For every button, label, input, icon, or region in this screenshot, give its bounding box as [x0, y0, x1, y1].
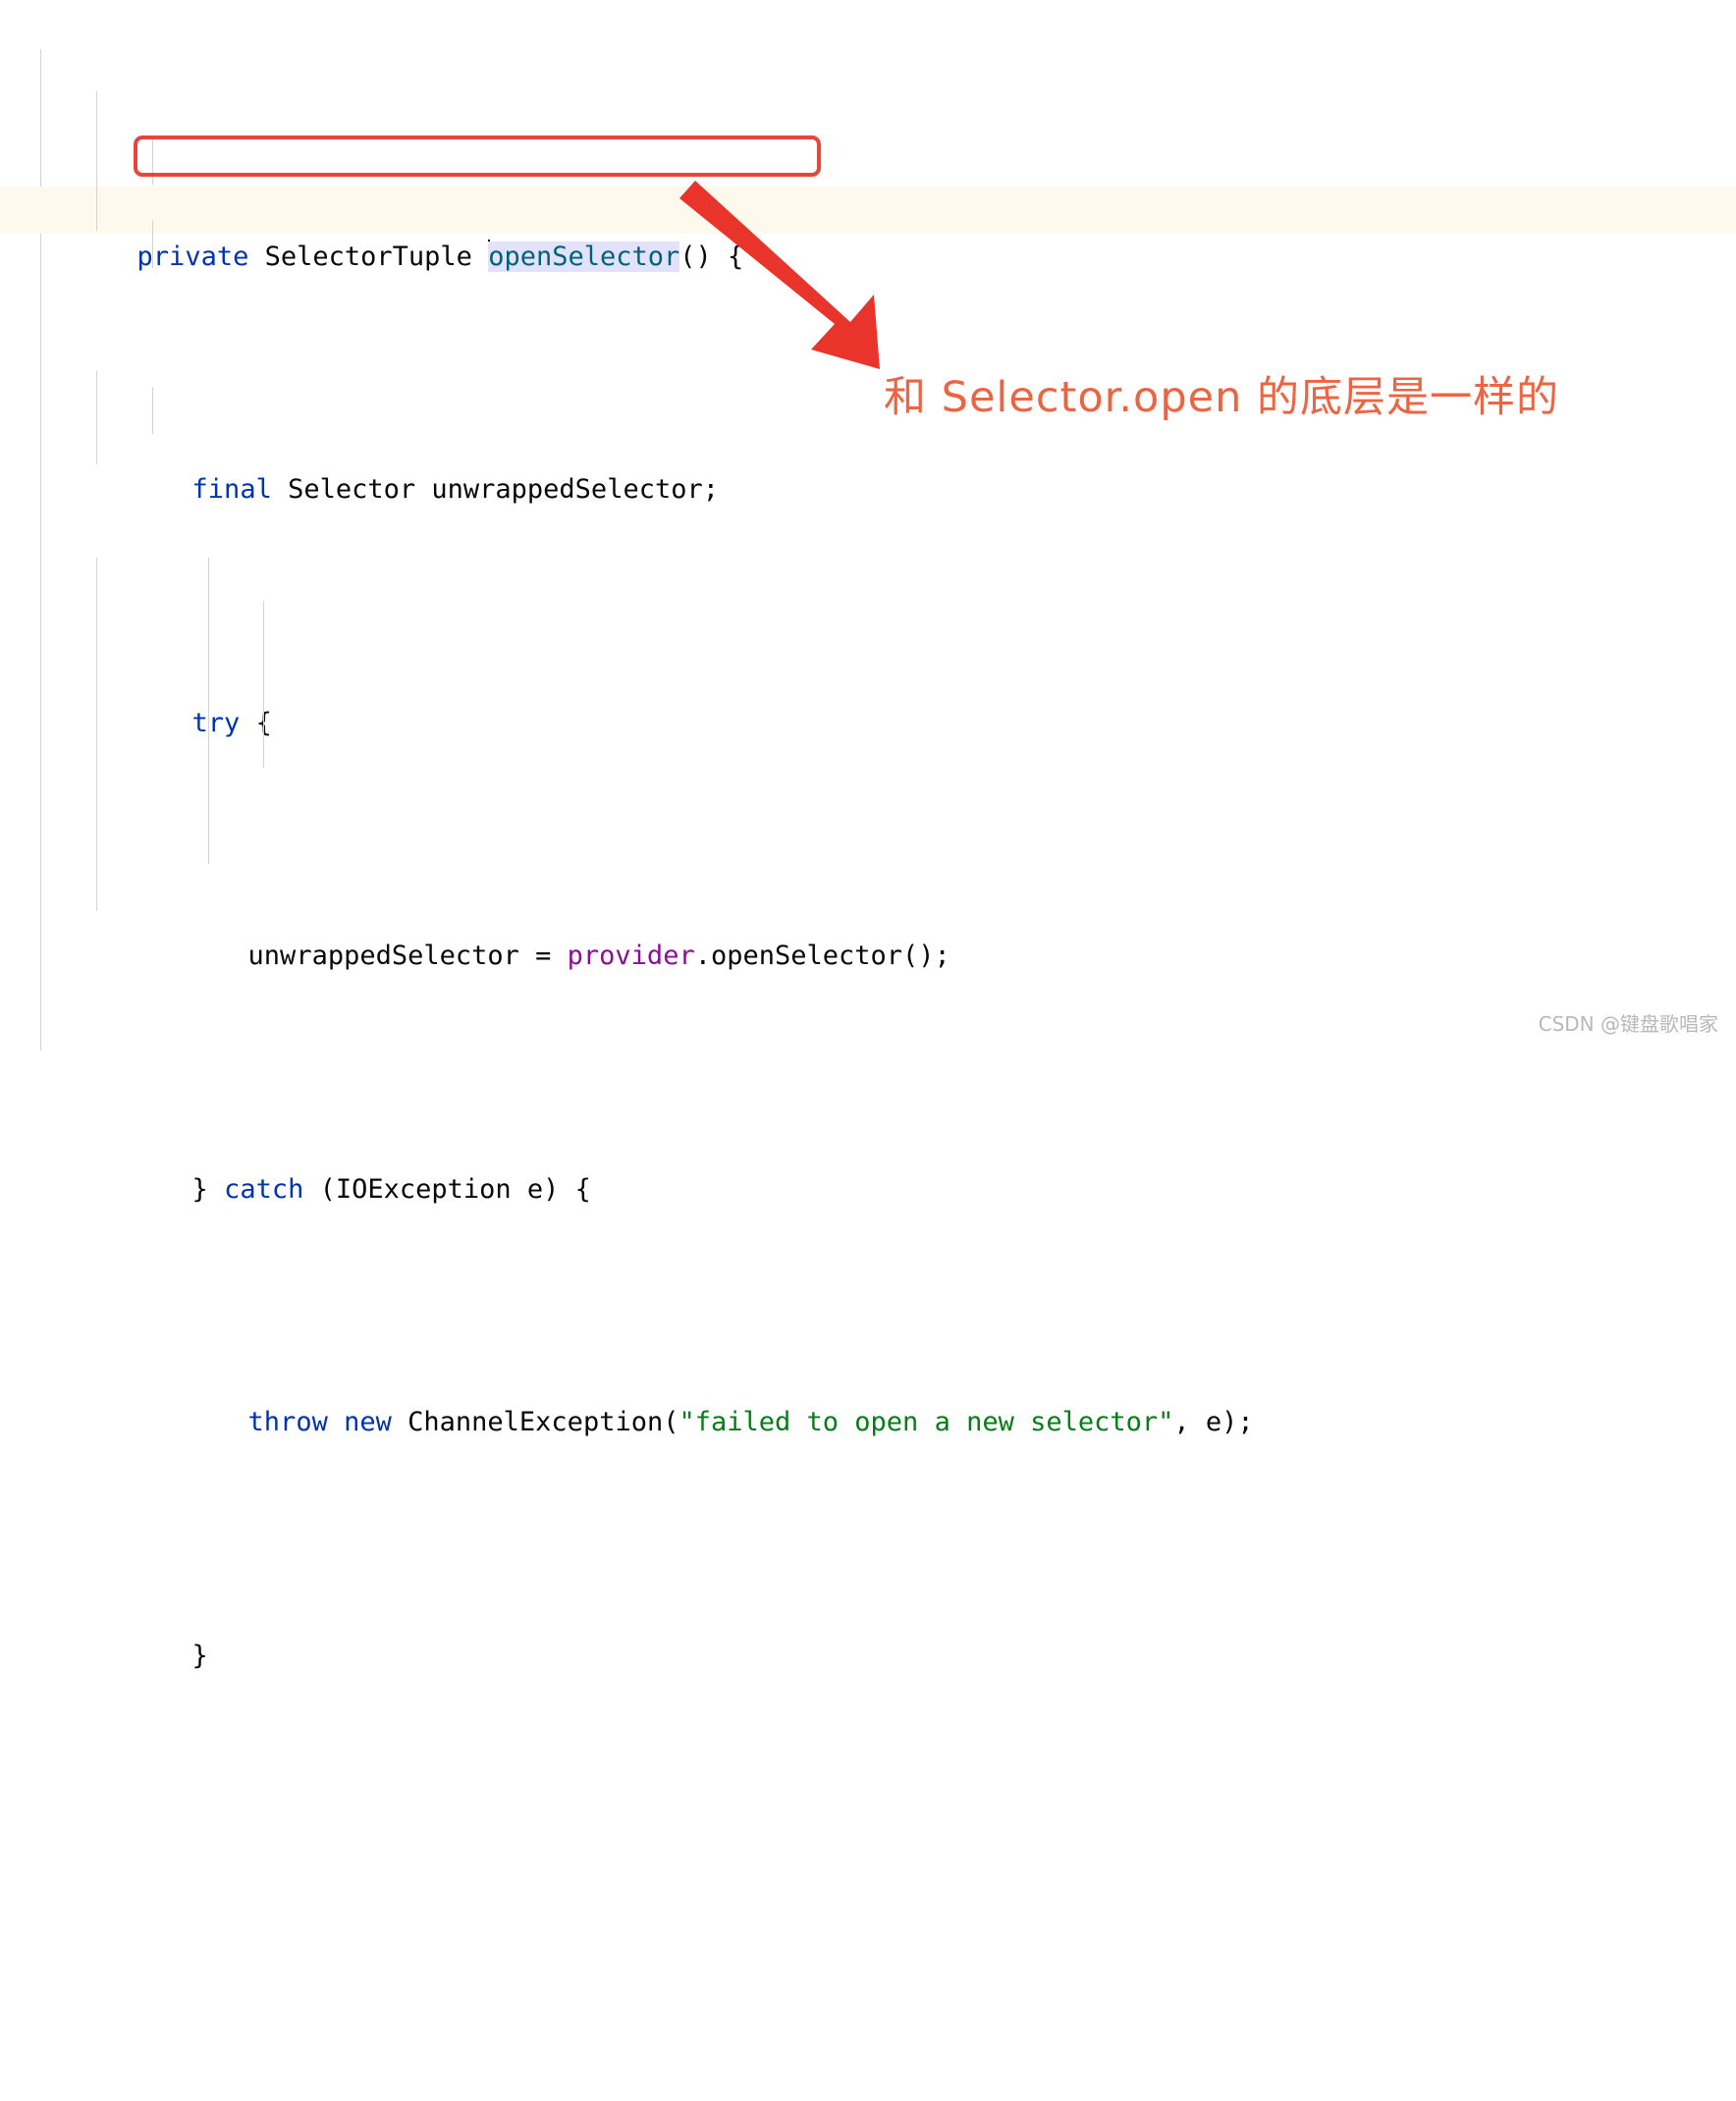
token-type-selectortuple: SelectorTuple: [248, 241, 489, 272]
code-line-4[interactable]: } catch (IOException e) {: [0, 1119, 1736, 1205]
token-keyword-catch: catch: [224, 1173, 304, 1205]
indent-guide-2: [152, 137, 153, 185]
indent-guide-3: [152, 221, 153, 268]
token-string-failed-open: "failed to open a new selector": [678, 1407, 1174, 1437]
token-call-openselector: .openSelector();: [694, 941, 950, 971]
code-line-3[interactable]: unwrappedSelector = provider.openSelecto…: [0, 887, 1736, 971]
token-keyword-throw: throw: [247, 1407, 328, 1437]
code-line-8[interactable]: if (DISABLE_KEY_SET_OPTIMIZATION) {: [0, 2052, 1736, 2099]
code-content[interactable]: private SelectorTuple openSelector() { f…: [0, 0, 1736, 2101]
token-brace-close-try: }: [191, 1173, 225, 1205]
code-line-6[interactable]: }: [0, 1586, 1736, 1671]
token-field-provider: provider: [567, 941, 695, 971]
token-selection-openselector: openSelector: [488, 241, 680, 272]
indent-guide-6: [96, 558, 97, 911]
code-editor[interactable]: private SelectorTuple openSelector() { f…: [0, 0, 1736, 1671]
token-keyword-try: try: [191, 707, 241, 738]
token-assign-unwrapped: unwrappedSelector =: [247, 941, 568, 971]
token-paren-0: () {: [679, 241, 744, 272]
csdn-watermark: CSDN @键盘歌唱家: [1538, 1012, 1718, 1036]
code-line-0[interactable]: private SelectorTuple openSelector() {: [0, 187, 1736, 272]
token-keyword-final: final: [191, 474, 272, 505]
token-blank-1: [96, 1827, 112, 1858]
code-line-7[interactable]: [0, 1819, 1736, 1866]
token-brace-open-try: {: [240, 707, 272, 738]
code-line-2[interactable]: try {: [0, 653, 1736, 738]
token-brace-close-catch: }: [191, 1640, 208, 1671]
token-channelexception: ChannelException(: [391, 1407, 679, 1437]
code-line-5[interactable]: throw new ChannelException("failed to op…: [0, 1353, 1736, 1437]
token-keyword-new-1: new: [344, 1407, 392, 1437]
token-sp-1: [328, 1407, 344, 1437]
token-throw-tail: , e);: [1173, 1407, 1254, 1437]
token-keyword-private: private: [136, 241, 249, 272]
indent-guide-8: [263, 601, 264, 768]
token-decl-selector: Selector unwrappedSelector;: [271, 474, 719, 505]
annotation-note-text: 和 Selector.open 的底层是一样的: [884, 373, 1560, 422]
token-catch-params: (IOException e) {: [303, 1173, 591, 1205]
indent-guide-5: [152, 387, 153, 434]
indent-guide-1: [96, 91, 97, 231]
indent-guide-7: [208, 558, 209, 864]
code-line-1[interactable]: final Selector unwrappedSelector;: [0, 420, 1736, 505]
indent-guide-4: [96, 371, 97, 464]
